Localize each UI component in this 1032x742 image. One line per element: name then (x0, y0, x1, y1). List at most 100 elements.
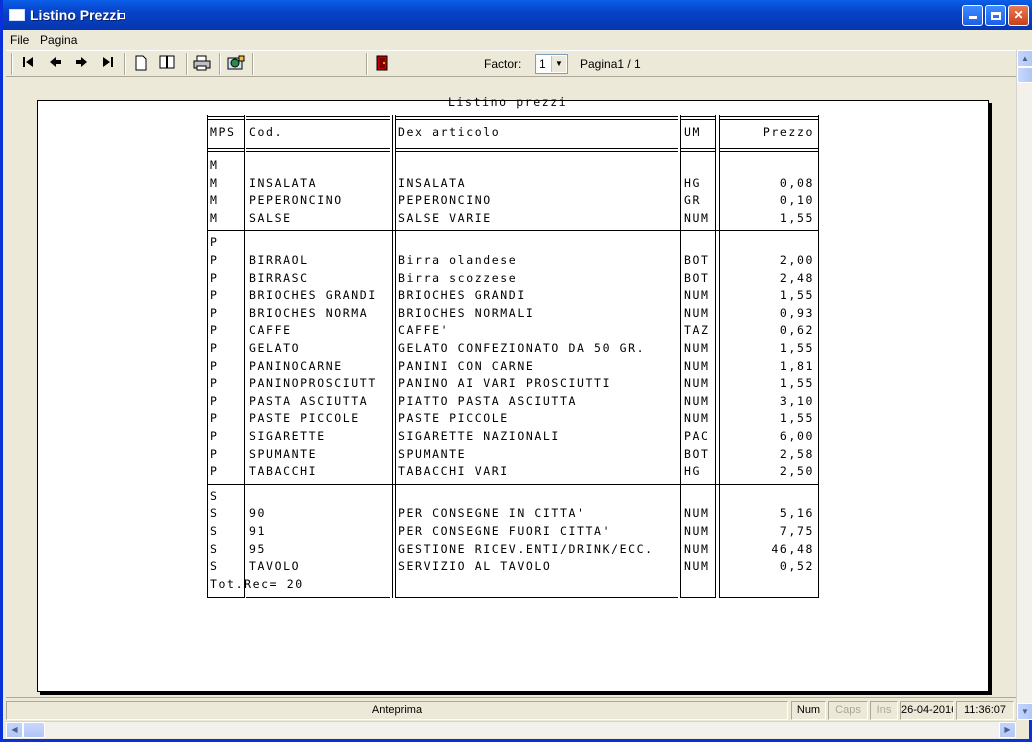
toolbar-separator (219, 53, 221, 75)
row-mps: P (210, 288, 219, 303)
scroll-up-icon[interactable]: ▲ (1017, 50, 1032, 67)
next-page-icon[interactable] (72, 55, 90, 73)
exit-door-icon[interactable] (373, 55, 391, 73)
row-cod: PANINOCARNE (249, 358, 343, 373)
header-rule (719, 151, 818, 152)
header-rule (246, 151, 390, 152)
row-prezzo: 1,55 (779, 341, 814, 355)
row-cod: PASTA ASCIUTTA (249, 393, 369, 408)
print-icon[interactable] (193, 55, 211, 73)
status-caps: Caps (828, 701, 868, 720)
footer-rule (246, 596, 390, 598)
row-um: HG (684, 464, 702, 479)
status-mode: Anteprima (6, 701, 788, 720)
vertical-scrollbar[interactable]: ▲ ▼ (1016, 50, 1032, 720)
two-page-icon[interactable] (158, 55, 176, 73)
row-um: GR (684, 193, 702, 208)
restore-icon (990, 11, 1001, 20)
horizontal-scroll-thumb[interactable] (23, 722, 45, 738)
row-dex: GESTIONE RICEV.ENTI/DRINK/ECC. (398, 541, 654, 556)
close-button[interactable]: ✕ (1008, 5, 1029, 26)
header-rule (396, 116, 678, 117)
row-prezzo: 1,55 (779, 376, 814, 391)
scroll-down-icon[interactable]: ▼ (1017, 703, 1032, 720)
row-dex: CAFFE' (398, 323, 450, 338)
header-rule (719, 119, 818, 120)
row-cod: 90 (249, 506, 267, 521)
scroll-right-icon[interactable]: ▶ (999, 722, 1016, 738)
header-rule (207, 151, 244, 152)
menu-file[interactable]: File (10, 33, 29, 47)
minimize-button[interactable] (962, 5, 983, 26)
menu-pagina[interactable]: Pagina (40, 33, 77, 47)
row-mps: P (210, 411, 219, 426)
footer-rule (207, 596, 244, 598)
column-rule (395, 115, 396, 598)
row-cod: TABACCHI (249, 464, 318, 479)
row-cod: PEPERONCINO (249, 193, 343, 208)
row-um: NUM (684, 411, 710, 426)
footer-rule (396, 596, 678, 598)
first-page-icon[interactable] (20, 55, 38, 73)
header-rule (719, 116, 818, 117)
row-um: TAZ (684, 323, 710, 338)
row-prezzo: 0,52 (779, 559, 814, 574)
row-dex: SERVIZIO AL TAVOLO (398, 559, 552, 574)
scroll-left-icon[interactable]: ◀ (6, 722, 23, 738)
single-page-icon[interactable] (132, 55, 150, 73)
row-cod: INSALATA (249, 175, 318, 190)
row-mps: P (210, 323, 219, 338)
vertical-scroll-thumb[interactable] (1017, 67, 1032, 83)
row-prezzo: 1,55 (779, 210, 814, 225)
row-mps: P (210, 305, 219, 320)
row-prezzo: 1,55 (779, 411, 814, 426)
footer-rule (681, 596, 715, 598)
last-page-icon[interactable] (98, 55, 116, 73)
menu-bar: File Pagina (3, 30, 1032, 50)
row-um: NUM (684, 358, 710, 373)
row-cod: SIGARETTE (249, 429, 326, 443)
row-mps: P (210, 341, 219, 355)
row-um: NUM (684, 288, 710, 303)
export-icon[interactable] (227, 55, 245, 73)
title-bar[interactable]: Listino Prezzi ✕ (3, 0, 1032, 30)
row-prezzo: 5,16 (779, 506, 814, 521)
column-rule (715, 115, 716, 598)
column-rule (719, 115, 720, 598)
row-cod: BRIOCHES NORMA (249, 305, 369, 320)
header-rule (246, 119, 390, 120)
row-dex: Birra scozzese (398, 270, 518, 285)
row-dex: SIGARETTE NAZIONALI (398, 429, 560, 443)
row-um: HG (684, 175, 702, 190)
row-prezzo: 7,75 (779, 524, 814, 538)
minimize-icon (968, 16, 977, 19)
toolbar-separator (186, 53, 188, 75)
preview-area[interactable]: Listino prezzi MPS Cod. Dex articolo UM Prez… (6, 77, 1016, 697)
app-icon[interactable] (9, 9, 25, 21)
row-cod: TAVOLO (249, 559, 301, 574)
row-mps: S (210, 559, 219, 574)
close-icon: ✕ (1013, 8, 1024, 22)
chevron-down-icon[interactable]: ▼ (551, 56, 566, 72)
group-key: P (210, 235, 219, 250)
factor-select[interactable]: 1 ▼ (535, 54, 568, 74)
header-rule (396, 148, 678, 149)
row-dex: PER CONSEGNE IN CITTA' (398, 506, 586, 521)
column-rule (680, 115, 681, 598)
row-prezzo: 2,58 (779, 446, 814, 461)
header-rule (207, 116, 244, 117)
row-um: NUM (684, 559, 710, 574)
row-mps: P (210, 376, 219, 391)
horizontal-scrollbar[interactable]: ◀ ▶ (6, 721, 1016, 738)
row-mps: P (210, 429, 219, 443)
row-dex: INSALATA (398, 175, 467, 190)
row-dex: SPUMANTE (398, 446, 467, 461)
prev-page-icon[interactable] (47, 55, 65, 73)
row-dex: PANINO AI VARI PROSCIUTTI (398, 376, 612, 391)
group-divider (208, 230, 818, 232)
row-mps: P (210, 464, 219, 479)
restore-button[interactable] (985, 5, 1006, 26)
header-prezzo: Prezzo (762, 125, 814, 139)
toolbar-separator (252, 53, 254, 75)
row-dex: TABACCHI VARI (398, 464, 509, 479)
